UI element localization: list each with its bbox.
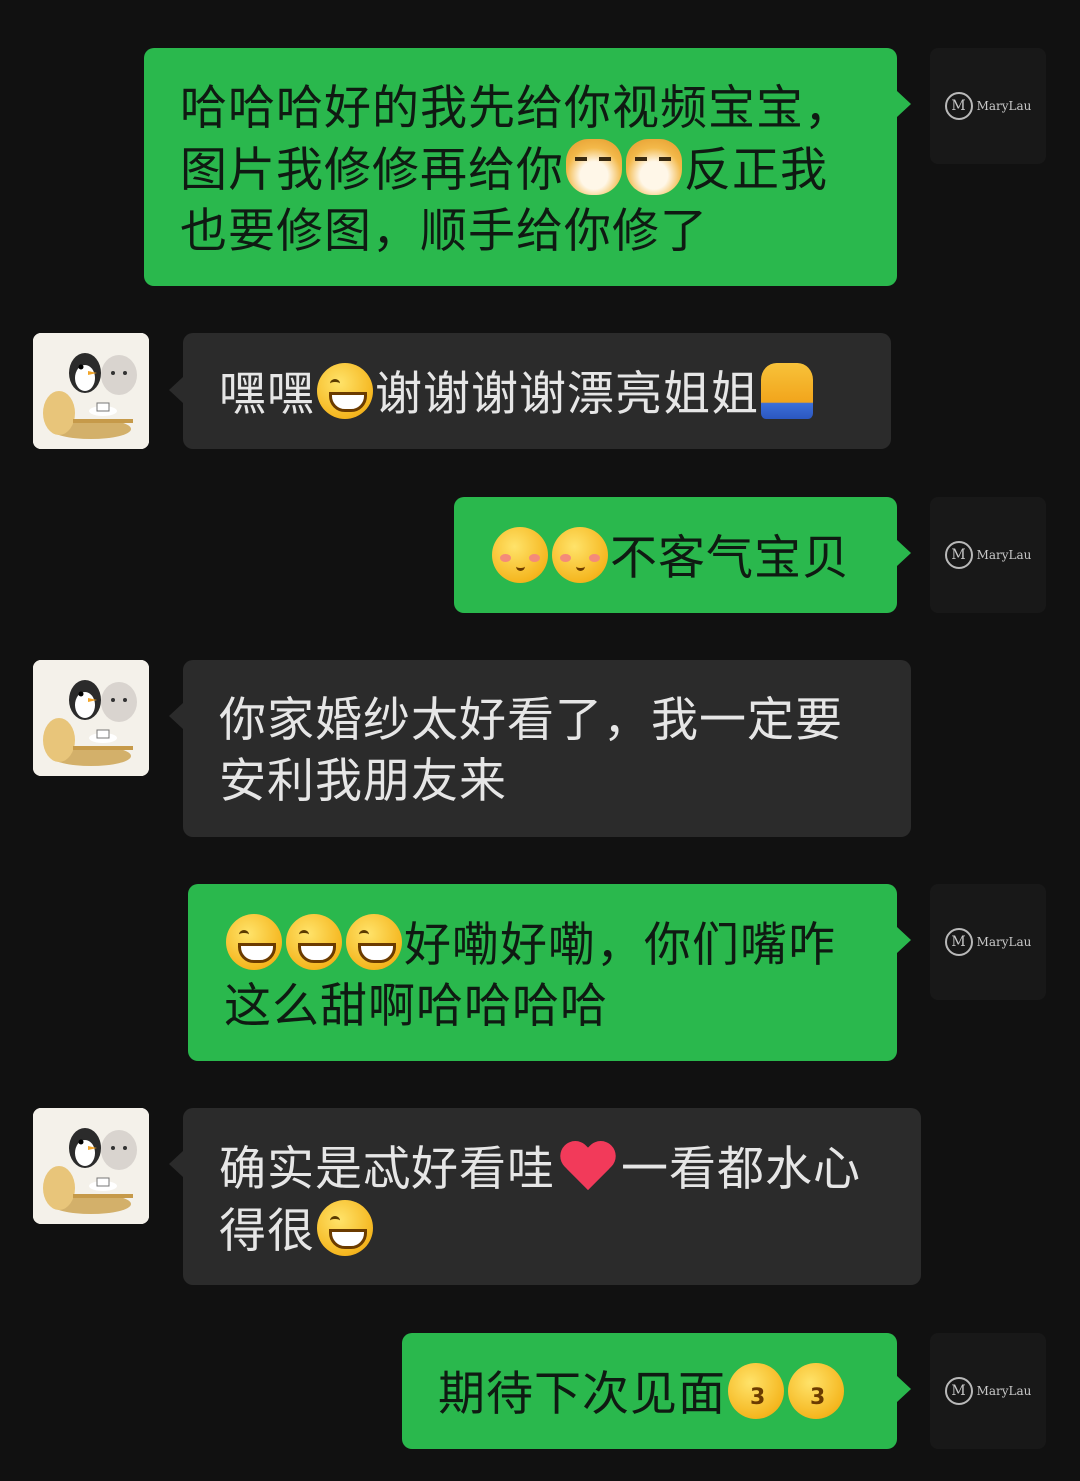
logo-mark-icon: M [944,92,973,120]
message-text: 不客气宝贝 [610,531,850,586]
bubble-tail [169,1151,183,1177]
logo-mark-icon: M [944,541,973,569]
message-text: 期待下次见面 [438,1367,726,1422]
message-bubble-3[interactable]: 不客气宝贝 [454,497,897,613]
bubble-tail [897,1376,911,1402]
message-bubble-6[interactable]: 确实是忒好看哇 一看都水心得很 [183,1108,921,1285]
doge-emoji-icon [626,139,682,195]
bubble-tail [897,540,911,566]
marylau-logo: M MaryLau [944,1377,1032,1405]
grin-emoji-icon [317,1200,373,1256]
heart-emoji-icon [557,1138,619,1194]
logo-name: MaryLau [976,99,1032,113]
marylau-logo: M MaryLau [944,928,1032,956]
message-bubble-7[interactable]: 期待下次见面 [402,1333,897,1449]
logo-name: MaryLau [976,548,1032,562]
kiss-emoji-icon [788,1363,844,1419]
bubble-tail [169,703,183,729]
shy-emoji-icon [552,527,608,583]
bubble-tail [897,91,911,117]
message-text: 谢谢谢谢漂亮姐姐 [375,367,759,422]
kiss-emoji-icon [728,1363,784,1419]
bubble-tail [169,377,183,403]
message-text: 嘿嘿 [219,367,315,422]
pray-emoji-icon [761,363,813,419]
self-avatar[interactable]: M MaryLau [930,1333,1046,1449]
message-text: 确实是忒好看哇 [219,1142,555,1197]
bubble-tail [897,927,911,953]
self-avatar[interactable]: M MaryLau [930,497,1046,613]
contact-avatar[interactable] [33,660,149,776]
logo-mark-icon: M [944,928,973,956]
shy-emoji-icon [492,527,548,583]
self-avatar[interactable]: M MaryLau [930,48,1046,164]
logo-name: MaryLau [976,1384,1032,1398]
message-bubble-2[interactable]: 嘿嘿 谢谢谢谢漂亮姐姐 [183,333,891,449]
self-avatar[interactable]: M MaryLau [930,884,1046,1000]
penguin-cat-avatar-icon [33,660,149,776]
grin-emoji-icon [226,914,282,970]
grin-emoji-icon [317,363,373,419]
marylau-logo: M MaryLau [944,541,1032,569]
penguin-cat-avatar-icon [33,1108,149,1224]
logo-mark-icon: M [944,1377,973,1405]
contact-avatar[interactable] [33,1108,149,1224]
logo-name: MaryLau [976,935,1032,949]
contact-avatar[interactable] [33,333,149,449]
marylau-logo: M MaryLau [944,92,1032,120]
doge-emoji-icon [566,139,622,195]
message-bubble-4[interactable]: 你家婚纱太好看了，我一定要安利我朋友来 [183,660,911,837]
grin-emoji-icon [286,914,342,970]
penguin-cat-avatar-icon [33,333,149,449]
message-text: 你家婚纱太好看了，我一定要安利我朋友来 [219,693,843,809]
message-bubble-5[interactable]: 好嘞好嘞，你们嘴咋这么甜啊哈哈哈哈 [188,884,897,1061]
message-bubble-1[interactable]: 哈哈哈好的我先给你视频宝宝，图片我修修再给你 反正我也要修图，顺手给你修了 [144,48,897,286]
grin-emoji-icon [346,914,402,970]
